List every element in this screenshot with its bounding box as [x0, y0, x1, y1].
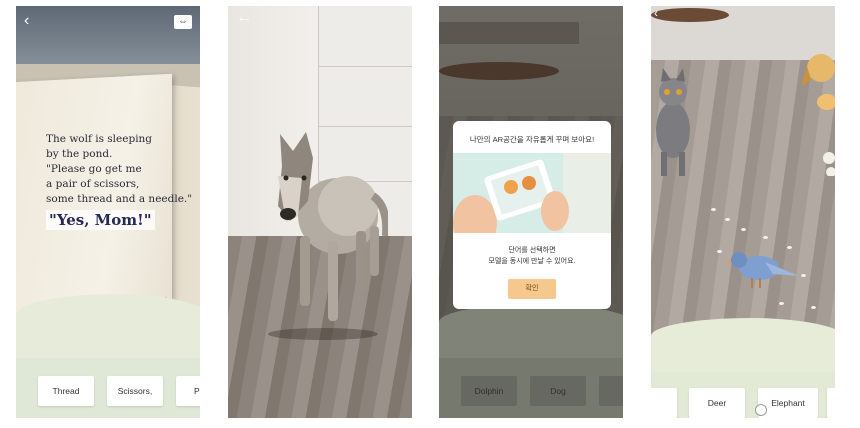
storybook-screen: ‹ ⇔ The wolf is sleeping by the pond. "P…: [16, 6, 200, 418]
floor-marker: [717, 250, 722, 253]
ar-animals-screen: ‹ Deer Elephant: [651, 6, 835, 418]
home-indicator[interactable]: [755, 404, 767, 416]
camera-switch-icon[interactable]: ⇔: [174, 15, 192, 29]
dialog-illustration: [453, 153, 611, 251]
floor-marker: [725, 218, 730, 221]
ar-intro-dialog-screen: Dolphin Dog 나만의 AR공간을 자유롭게 꾸며 보아요! 단어를 선…: [439, 6, 623, 418]
back-icon[interactable]: ‹: [654, 6, 658, 20]
cat-model[interactable]: [653, 68, 697, 178]
ar-wolf-screen: ←: [228, 6, 412, 418]
word-chip-partial[interactable]: [651, 388, 677, 418]
dialog-title: 나만의 AR공간을 자유롭게 꾸며 보아요!: [469, 135, 595, 144]
word-chip-deer[interactable]: Deer: [689, 388, 745, 418]
word-chip-scissors[interactable]: Scissors,: [107, 376, 163, 406]
word-chip-thread[interactable]: Thread: [38, 376, 94, 406]
confirm-button[interactable]: 확인: [508, 279, 556, 299]
story-text: The wolf is sleeping by the pond. "Pleas…: [46, 132, 196, 230]
word-chip-partial[interactable]: P: [176, 376, 200, 406]
back-arrow-icon[interactable]: ←: [236, 10, 252, 26]
floor-marker: [779, 302, 784, 305]
story-line: The wolf is sleeping: [46, 133, 153, 145]
green-hill: [16, 294, 200, 364]
green-hill: [651, 318, 835, 378]
floor-marker: [763, 236, 768, 239]
floor-marker: [811, 306, 816, 309]
dog-model[interactable]: [801, 46, 835, 176]
wolf-model[interactable]: [268, 126, 388, 341]
dialog-message-line: 모델을 동시에 만날 수 있어요.: [488, 258, 576, 265]
dialog-message: 단어를 선택하면 모델을 동시에 만날 수 있어요.: [453, 245, 611, 267]
back-icon[interactable]: ‹: [24, 13, 29, 29]
floor-marker: [741, 228, 746, 231]
floor-marker: [801, 274, 806, 277]
highlighted-phrase[interactable]: "Yes, Mom!": [46, 210, 155, 230]
story-line: some thread and a needle.": [46, 193, 193, 205]
story-line: "Please go get me: [46, 163, 142, 175]
word-chip-elephant[interactable]: Elephant: [758, 388, 818, 418]
table: [651, 8, 729, 22]
story-line: by the pond.: [46, 148, 113, 160]
intro-dialog: 나만의 AR공간을 자유롭게 꾸며 보아요! 단어를 선택하면 모델을 동시에 …: [453, 121, 611, 309]
story-line: a pair of scissors,: [46, 178, 140, 190]
floor-marker: [711, 208, 716, 211]
bird-model[interactable]: [725, 246, 801, 290]
word-chip-partial[interactable]: [827, 388, 835, 418]
dialog-message-line: 단어를 선택하면: [508, 247, 556, 254]
